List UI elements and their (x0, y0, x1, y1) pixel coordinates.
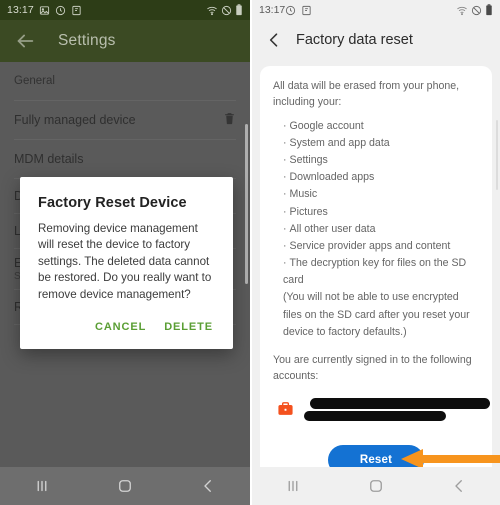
list-item: · Music (283, 186, 479, 203)
list-item-label: Google account (289, 119, 364, 132)
list-item: · Pictures (283, 204, 479, 221)
dual-phone-screenshot: 13:17 Settings General Fully managed dev… (0, 0, 500, 505)
do-not-disturb-icon (221, 5, 232, 15)
erase-intro-text: All data will be erased from your phone,… (273, 80, 460, 108)
bullet-icon: · (283, 257, 287, 270)
status-left-icons (285, 5, 312, 16)
bullet-icon: · (283, 171, 287, 184)
clock-icon (55, 5, 65, 15)
list-item-label: All other user data (289, 222, 376, 235)
left-app-bar: Settings (0, 20, 250, 62)
decryption-key-note: (You will not be able to use encrypted f… (283, 291, 470, 338)
list-item-label: The decryption key for files on the SD c… (283, 257, 467, 287)
list-item: · The decryption key for files on the SD … (283, 255, 479, 289)
recents-icon[interactable] (284, 477, 302, 495)
list-item: · System and app data (283, 135, 479, 152)
back-chevron-icon[interactable] (264, 30, 284, 50)
status-right-icons (206, 4, 243, 16)
wifi-icon (207, 6, 217, 15)
list-item: · All other user data (283, 221, 479, 238)
bullet-icon: · (283, 205, 287, 218)
factory-reset-dialog: Factory Reset Device Removing device man… (20, 177, 233, 350)
battery-icon (236, 4, 242, 16)
status-time: 13:17 (7, 4, 34, 16)
account-row (273, 397, 490, 424)
dialog-message: Removing device management will reset th… (38, 222, 212, 301)
list-item-label: System and app data (289, 136, 390, 149)
wifi-icon (457, 6, 467, 15)
left-navigation-bar (0, 467, 250, 505)
status-right-icons (456, 4, 493, 16)
redaction-bar (304, 410, 446, 421)
factory-reset-info-card: All data will be erased from your phone,… (260, 66, 500, 496)
list-item: · Settings (283, 152, 479, 169)
bullet-icon: · (283, 136, 287, 149)
signed-in-accounts-label: You are currently signed in to the follo… (273, 353, 472, 382)
bullet-icon: · (283, 188, 287, 201)
do-not-disturb-icon (471, 5, 482, 15)
bullet-icon: · (283, 239, 287, 252)
page-title: Settings (58, 32, 116, 49)
list-item-label: Downloaded apps (289, 171, 375, 184)
delete-button[interactable]: DELETE (162, 317, 215, 337)
list-item-label: Service provider apps and content (289, 239, 451, 252)
recents-icon[interactable] (33, 477, 51, 495)
list-item-label: Music (289, 188, 318, 201)
left-settings-list: General Fully managed device MDM details… (0, 62, 250, 505)
scrollbar[interactable] (496, 120, 498, 190)
battery-icon (486, 4, 492, 16)
back-arrow-icon[interactable] (14, 30, 36, 52)
redacted-account-text (304, 397, 490, 424)
dialog-title: Factory Reset Device (38, 195, 187, 211)
right-app-bar: Factory data reset (252, 20, 500, 60)
list-item: · Google account (283, 118, 479, 135)
app-icon (72, 5, 81, 15)
status-left-icons (39, 5, 82, 16)
home-icon[interactable] (367, 477, 385, 495)
bullet-icon: · (283, 222, 287, 235)
clock-icon (286, 5, 296, 15)
app-icon (302, 5, 311, 15)
right-phone-screen: 13:17 Factory data reset All data will b… (250, 0, 500, 505)
right-navigation-bar (252, 467, 500, 505)
bullet-icon: · (283, 119, 287, 132)
right-status-bar: 13:17 (252, 0, 500, 20)
dialog-actions: CANCEL DELETE (38, 317, 215, 341)
cancel-button[interactable]: CANCEL (93, 317, 148, 337)
list-item-label: Settings (289, 154, 328, 167)
home-icon[interactable] (116, 477, 134, 495)
back-icon[interactable] (199, 477, 217, 495)
page-title: Factory data reset (296, 32, 413, 48)
list-item-label: Pictures (289, 205, 328, 218)
image-icon (39, 5, 49, 15)
list-item: · Downloaded apps (283, 169, 479, 186)
bullet-icon: · (283, 154, 287, 167)
redaction-bar (310, 397, 490, 409)
work-briefcase-icon (277, 400, 294, 422)
back-icon[interactable] (450, 477, 468, 495)
list-item: · Service provider apps and content (283, 238, 479, 255)
erase-items-list: · Google account · System and app data · Se… (283, 118, 479, 341)
left-status-bar: 13:17 (0, 0, 250, 20)
status-time: 13:17 (259, 4, 286, 16)
left-phone-screen: 13:17 Settings General Fully managed dev… (0, 0, 250, 505)
